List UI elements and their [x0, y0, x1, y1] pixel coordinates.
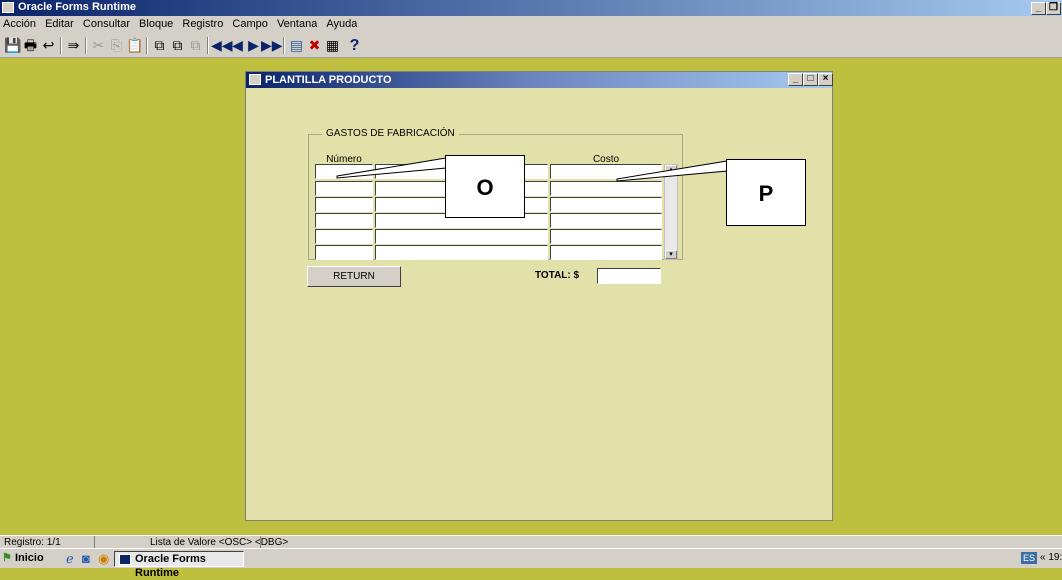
- status-divider: [94, 536, 95, 548]
- internet-explorer-icon[interactable]: ℯ: [66, 551, 74, 567]
- status-bar: Registro: 1/1 Lista de Valore <OSC> <DBG…: [0, 535, 1062, 548]
- callout-o-pointer: [336, 157, 447, 179]
- status-message: Lista de Valore <OSC> <DBG>: [150, 537, 289, 548]
- taskbar-oracle-forms-button[interactable]: Oracle Forms Runtime: [114, 551, 244, 579]
- callout-o: O: [445, 155, 525, 218]
- status-divider: [260, 536, 261, 548]
- taskbar-task-label: Oracle Forms Runtime: [135, 553, 206, 579]
- tray-clock: « 19:0: [1040, 552, 1062, 563]
- status-record: Registro: 1/1: [4, 537, 61, 548]
- show-desktop-icon[interactable]: ◙: [82, 551, 90, 566]
- browser-icon[interactable]: ◉: [98, 551, 109, 567]
- start-label: Inicio: [14, 552, 44, 564]
- language-indicator[interactable]: ES: [1021, 552, 1038, 564]
- start-button[interactable]: ⚑ Inicio: [2, 551, 58, 567]
- callout-leader-lines: [336, 157, 728, 182]
- callout-p-pointer: [616, 160, 728, 182]
- callout-p: P: [726, 159, 806, 226]
- oracle-app-icon: [119, 554, 131, 565]
- taskbar: ⚑ Inicio ℯ ◙ ◉ Oracle Forms Runtime ES «…: [0, 548, 1062, 579]
- windows-flag-icon: ⚑: [2, 552, 12, 564]
